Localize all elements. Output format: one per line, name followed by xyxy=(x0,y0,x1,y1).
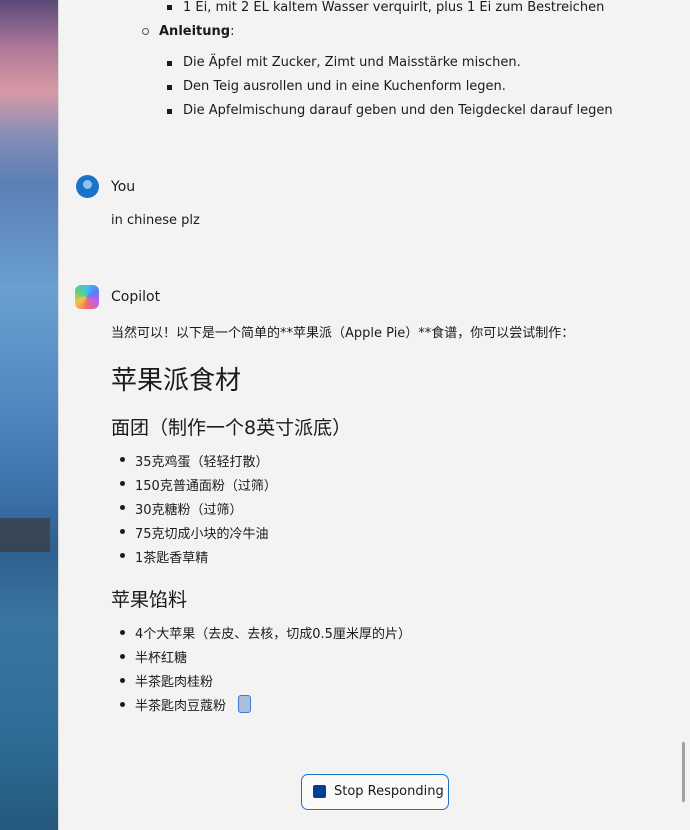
scrollbar-thumb[interactable] xyxy=(682,742,685,802)
stop-responding-button[interactable]: Stop Responding xyxy=(301,774,449,810)
list-item: Die Äpfel mit Zucker, Zimt und Maisstärk… xyxy=(183,55,521,70)
bullet-dot xyxy=(120,553,125,558)
bullet-dot xyxy=(120,654,125,659)
user-author: You xyxy=(111,179,136,195)
list-item: 150克普通面粉（过筛） xyxy=(135,479,277,494)
list-item: 35克鸡蛋（轻轻打散） xyxy=(135,455,269,470)
list-item: 1 Ei, mit 2 EL kaltem Wasser verquirlt, … xyxy=(183,0,605,15)
section-label-colon: : xyxy=(230,24,235,39)
bullet-circle xyxy=(142,28,149,35)
copilot-author: Copilot xyxy=(111,289,161,305)
bullet-square xyxy=(167,61,172,66)
wallpaper-pier xyxy=(0,518,50,552)
bullet-square xyxy=(167,5,172,10)
section-label-text: Anleitung xyxy=(159,24,231,39)
list-item: Den Teig ausrollen und in eine Kuchenfor… xyxy=(183,79,506,94)
list-item: 1茶匙香草精 xyxy=(135,551,209,566)
typing-cursor-icon xyxy=(238,695,251,713)
list-item: 半杯红糖 xyxy=(135,651,188,666)
recipe-heading: 苹果派食材 xyxy=(111,366,242,396)
bullet-dot xyxy=(120,630,125,635)
stop-responding-label: Stop Responding xyxy=(334,784,444,799)
list-item: 4个大苹果（去皮、去核，切成0.5厘米厚的片） xyxy=(135,627,411,642)
bullet-dot xyxy=(120,529,125,534)
filling-heading: 苹果馅料 xyxy=(111,589,188,611)
bullet-dot xyxy=(120,481,125,486)
bullet-dot xyxy=(120,457,125,462)
list-item: 75克切成小块的冷牛油 xyxy=(135,527,269,542)
copilot-intro: 当然可以！以下是一个简单的**苹果派（Apple Pie）**食谱，你可以尝试制… xyxy=(111,326,575,341)
list-item: 半茶匙肉桂粉 xyxy=(135,675,214,690)
list-item: 30克糖粉（过筛） xyxy=(135,503,243,518)
bullet-dot xyxy=(120,505,125,510)
user-message-text: in chinese plz xyxy=(111,213,200,228)
dough-heading: 面团（制作一个8英寸派底） xyxy=(111,417,352,439)
desktop-wallpaper xyxy=(0,0,58,830)
bullet-square xyxy=(167,109,172,114)
list-item: Die Apfelmischung darauf geben und den T… xyxy=(183,103,613,118)
bullet-dot xyxy=(120,702,125,707)
user-avatar-icon xyxy=(76,175,99,198)
list-item: 半茶匙肉豆蔻粉 xyxy=(135,699,227,714)
stop-square-icon xyxy=(313,785,326,798)
bullet-square xyxy=(167,85,172,90)
section-label: Anleitung: xyxy=(159,24,234,39)
copilot-logo-icon xyxy=(75,285,99,309)
bullet-dot xyxy=(120,678,125,683)
